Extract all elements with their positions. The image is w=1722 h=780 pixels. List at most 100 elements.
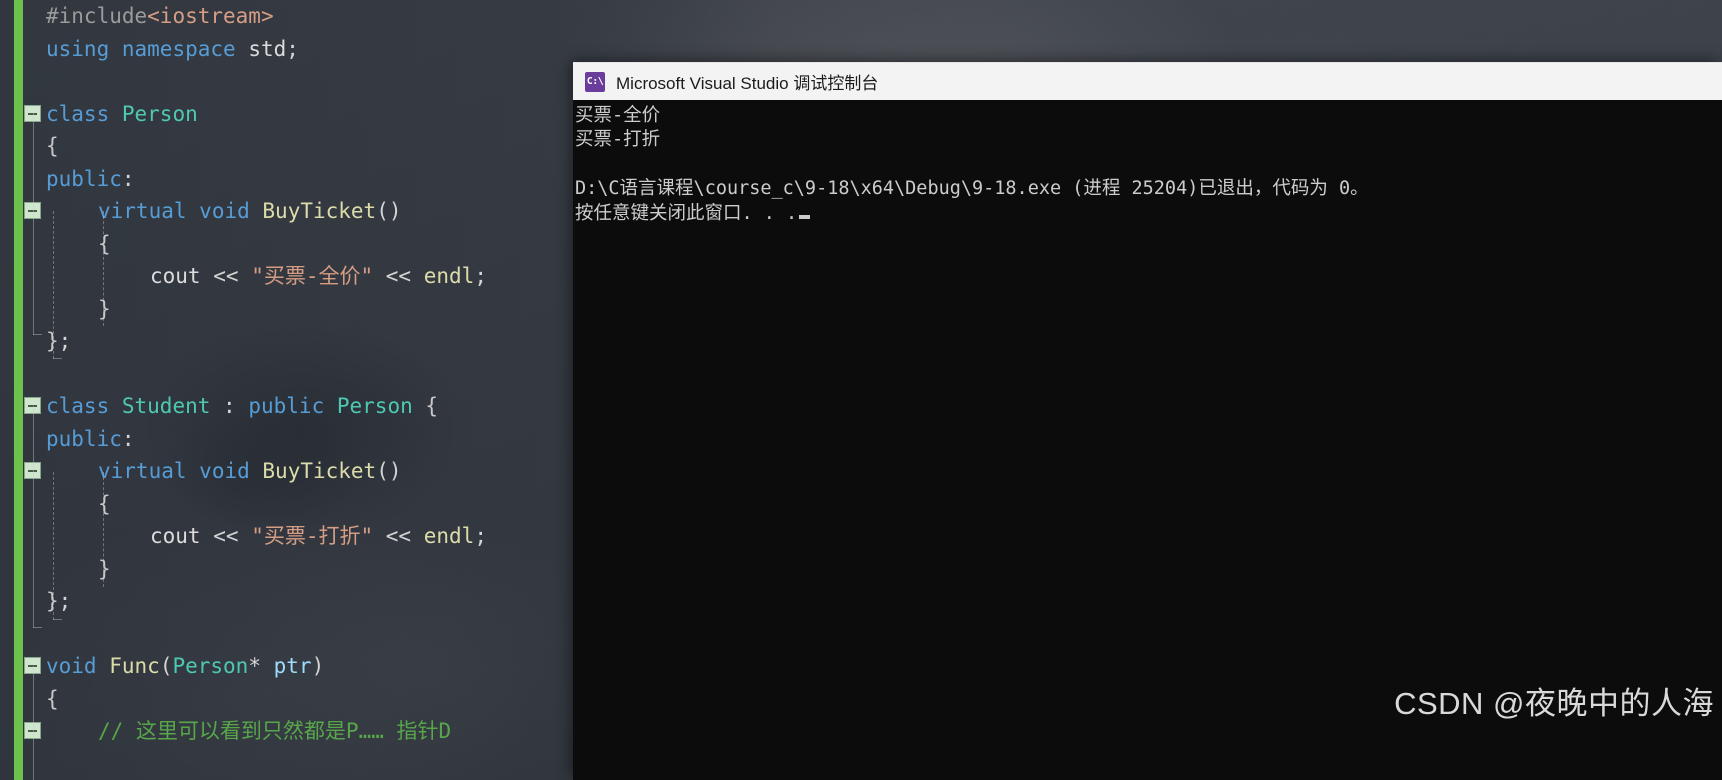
code-token: void xyxy=(46,654,97,678)
console-cursor xyxy=(799,214,811,219)
code-line[interactable]: cout << "买票-全价" << endl; xyxy=(0,260,575,293)
code-token: public xyxy=(46,166,122,191)
indent-guide-line xyxy=(53,211,54,359)
indent-guide-line xyxy=(53,472,54,620)
code-token: public xyxy=(46,426,122,451)
code-token: Func xyxy=(109,654,160,678)
code-line[interactable]: }; xyxy=(0,585,575,618)
code-line-text: #include<iostream> xyxy=(46,4,274,28)
code-token: ptr xyxy=(273,654,312,678)
code-line[interactable]: void Func(Person* ptr) xyxy=(0,650,575,683)
code-token: void xyxy=(199,199,250,223)
code-line[interactable]: public: xyxy=(0,423,575,456)
console-output-area[interactable]: 买票-全价买票-打折 D:\C语言课程\course_c\9-18\x64\Deb… xyxy=(573,100,1722,226)
code-line[interactable] xyxy=(0,618,575,651)
code-token: << xyxy=(385,264,412,288)
code-token: ; xyxy=(58,329,72,353)
code-token: { xyxy=(98,231,111,256)
code-line[interactable]: cout << "买票-打折" << endl; xyxy=(0,520,575,553)
code-token: class xyxy=(46,101,110,126)
code-line[interactable]: { xyxy=(0,488,575,521)
code-token: Person xyxy=(172,654,249,678)
code-line[interactable]: class Student : public Person { xyxy=(0,390,575,423)
code-line-text: }; xyxy=(46,329,71,353)
code-token: "买票-全价" xyxy=(251,264,374,288)
code-line-text: class Student : public Person { xyxy=(46,394,438,418)
code-text-area[interactable]: #include<iostream> using namespace std; cl… xyxy=(0,0,575,780)
console-output-line: D:\C语言课程\course_c\9-18\x64\Debug\9-18.ex… xyxy=(575,178,1369,200)
code-line-text: public: xyxy=(46,167,135,191)
code-line[interactable]: { xyxy=(0,130,575,163)
console-title-bar[interactable]: C:\ Microsoft Visual Studio 调试控制台 xyxy=(573,62,1722,100)
code-line[interactable]: #include<iostream> xyxy=(0,0,575,33)
code-line[interactable]: using namespace std; xyxy=(0,33,575,66)
code-token: BuyTicket xyxy=(262,199,377,223)
indent-guide-line xyxy=(33,113,34,335)
cmd-console-icon: C:\ xyxy=(585,71,605,92)
code-token: ( xyxy=(159,654,173,678)
code-token: endl xyxy=(423,524,475,548)
code-line[interactable]: virtual void BuyTicket() xyxy=(0,455,575,488)
code-line[interactable] xyxy=(0,65,575,98)
code-token: { xyxy=(98,491,111,516)
code-token: ; xyxy=(286,36,299,61)
code-line-text: using namespace std; xyxy=(46,37,299,61)
code-token: << xyxy=(213,524,239,548)
code-line[interactable]: } xyxy=(0,553,575,586)
indent-guide-line xyxy=(103,472,104,587)
code-line[interactable]: }; xyxy=(0,325,575,358)
code-line[interactable]: virtual void BuyTicket() xyxy=(0,195,575,228)
code-line[interactable]: // 这里可以看到只然都是P…… 指针D xyxy=(0,715,575,748)
code-token: std xyxy=(248,36,287,61)
code-line[interactable]: } xyxy=(0,293,575,326)
console-output-line: 买票-全价 xyxy=(575,105,661,126)
code-token: endl xyxy=(423,264,475,288)
cmd-console-icon-glyph: C:\ xyxy=(586,75,604,87)
code-token: BuyTicket xyxy=(262,459,377,483)
vs-debug-console-window[interactable]: C:\ Microsoft Visual Studio 调试控制台 买票-全价买… xyxy=(573,62,1722,780)
code-line[interactable]: { xyxy=(0,228,575,261)
code-token: <iostream> xyxy=(147,4,274,28)
code-token: // 这里可以看到只然都是P…… 指针D xyxy=(98,719,452,743)
code-token: cout xyxy=(150,264,201,288)
code-line-text: { xyxy=(46,232,111,256)
code-line-text: cout << "买票-全价" << endl; xyxy=(46,264,487,288)
code-token: Person xyxy=(336,394,413,418)
code-token: virtual xyxy=(98,459,187,483)
code-token: ; xyxy=(474,524,487,548)
fold-region-end-marker xyxy=(33,334,42,335)
code-line-text: virtual void BuyTicket() xyxy=(46,199,402,223)
code-line[interactable]: class Person xyxy=(0,98,575,131)
code-line[interactable]: public: xyxy=(0,163,575,196)
indent-guide-line xyxy=(33,406,34,628)
code-token: void xyxy=(199,459,250,483)
console-output-line: 买票-打折 xyxy=(575,129,661,151)
code-token: using xyxy=(46,36,110,61)
code-token: } xyxy=(98,296,111,321)
code-line-text: } xyxy=(46,297,111,321)
code-token: #include xyxy=(46,4,148,28)
code-line[interactable]: { xyxy=(0,683,575,716)
fold-region-end-marker xyxy=(53,619,62,620)
code-token: () xyxy=(376,459,402,483)
code-token: ; xyxy=(58,589,72,613)
code-token: << xyxy=(213,264,239,288)
code-line[interactable] xyxy=(0,358,575,391)
